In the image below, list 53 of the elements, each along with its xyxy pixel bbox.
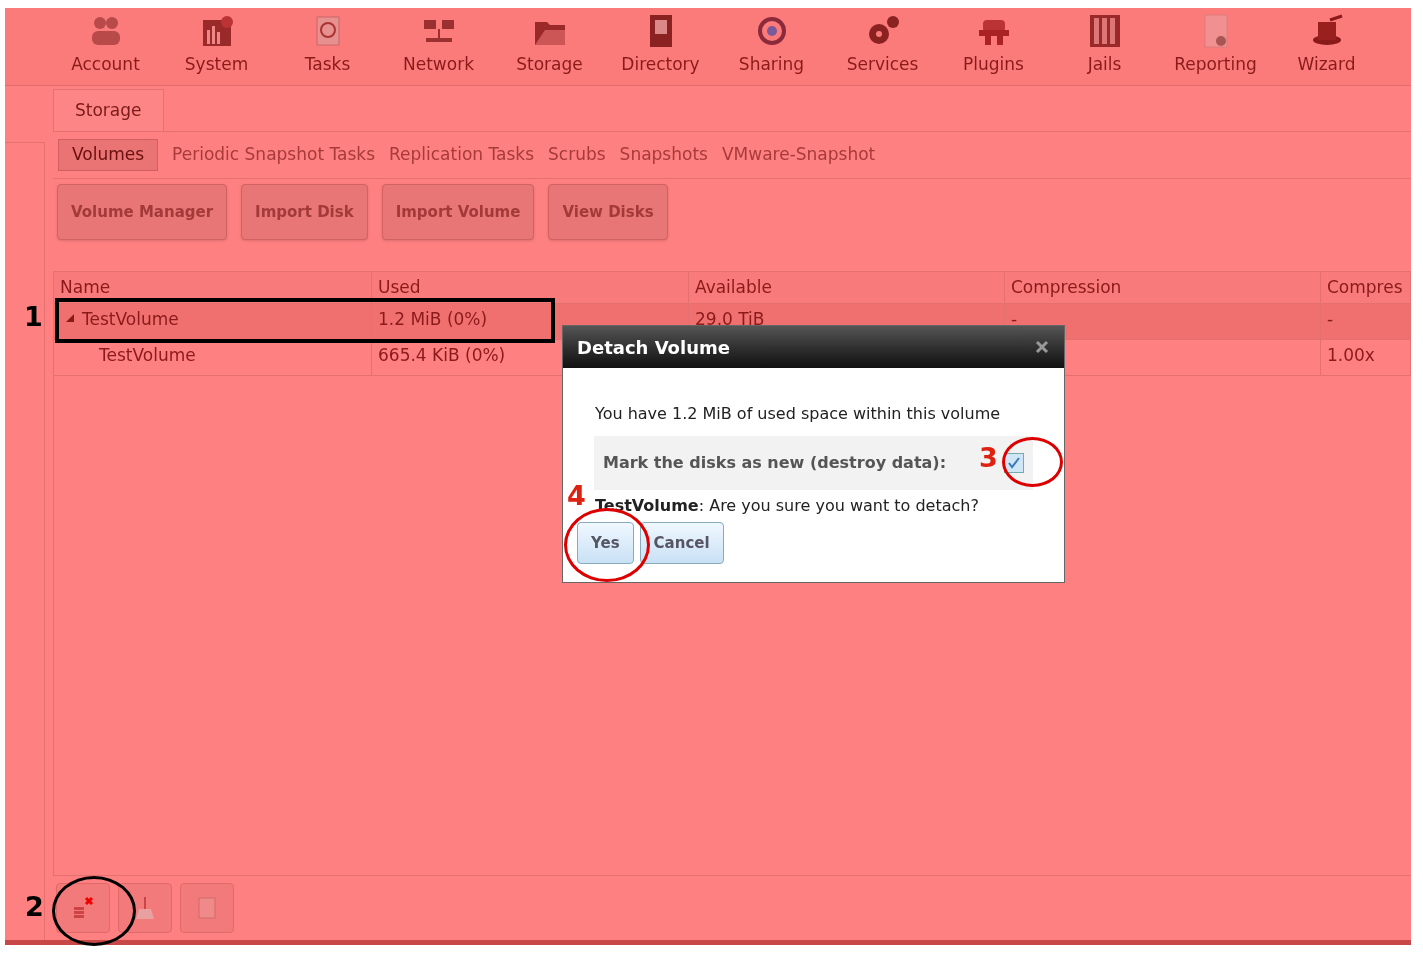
- column-header: Used: [372, 272, 689, 303]
- table-cell-text: 1.2 MiB (0%): [378, 308, 488, 331]
- subtab[interactable]: Snapshots: [619, 139, 708, 171]
- dialog-message: You have 1.2 MiB of used space within this volume: [594, 403, 1002, 425]
- column-header: Compression: [1005, 272, 1321, 303]
- table-cell-text: 29.0 TiB: [695, 308, 765, 331]
- action-button[interactable]: Volume Manager: [57, 184, 228, 240]
- nav-item[interactable]: Jails: [1049, 13, 1160, 85]
- nav-icon: [1087, 13, 1122, 48]
- toolbar-button[interactable]: [56, 883, 110, 933]
- close-icon[interactable]: [1034, 339, 1050, 355]
- table-cell-text: TestVolume: [99, 344, 196, 367]
- dialog-button[interactable]: Cancel: [639, 522, 724, 564]
- detach-volume-icon: [71, 895, 95, 921]
- nav-item[interactable]: Directory: [605, 13, 716, 85]
- table-cell-text: -: [1327, 308, 1334, 331]
- annotation-number: 2: [25, 893, 44, 920]
- column-header: Compres: [1321, 272, 1411, 303]
- nav-item[interactable]: Account: [50, 13, 161, 85]
- table-cell-text: 665.4 KiB (0%): [378, 344, 506, 367]
- dialog-button[interactable]: Yes: [577, 522, 634, 564]
- confirm-message: TestVolume: Are you sure you want to detach?: [595, 495, 979, 517]
- action-button[interactable]: View Disks: [548, 184, 668, 240]
- subtab[interactable]: Periodic Snapshot Tasks: [172, 139, 375, 171]
- nav-item[interactable]: Network: [383, 13, 494, 85]
- table-cell-text: -: [1011, 308, 1018, 331]
- annotation-number: 3: [979, 444, 998, 471]
- column-header: Name: [54, 272, 372, 303]
- nav-item[interactable]: Storage: [494, 13, 605, 85]
- action-button[interactable]: Import Disk: [241, 184, 368, 240]
- highlight-ellipse: [1002, 437, 1063, 487]
- subtab[interactable]: Scrubs: [548, 139, 606, 171]
- table-cell-text: TestVolume: [82, 308, 179, 331]
- subtab[interactable]: Volumes: [58, 139, 159, 171]
- nav-item[interactable]: Services: [827, 13, 938, 85]
- annotation-number: 1: [24, 303, 43, 330]
- subtab[interactable]: VMware-Snapshot: [721, 139, 876, 171]
- action-button[interactable]: Import Volume: [381, 184, 535, 240]
- nav-item[interactable]: System: [161, 13, 272, 85]
- toolbar-button[interactable]: [118, 883, 172, 933]
- checkbox-label: Mark the disks as new (destroy data):: [603, 452, 947, 474]
- nav-item[interactable]: Sharing: [716, 13, 827, 85]
- tab[interactable]: Storage: [53, 89, 164, 131]
- table-cell-text: 1.00x: [1327, 344, 1375, 367]
- nav-item[interactable]: Reporting: [1160, 13, 1271, 85]
- expander-icon[interactable]: [66, 314, 74, 322]
- nav-item[interactable]: Plugins: [938, 13, 1049, 85]
- broom-icon: [133, 895, 157, 921]
- nav-item[interactable]: Tasks: [272, 13, 383, 85]
- column-header: Available: [689, 272, 1005, 303]
- annotation-number: 4: [567, 482, 586, 509]
- subtab[interactable]: Replication Tasks: [389, 139, 535, 171]
- nav-item[interactable]: Wizard: [1271, 13, 1382, 85]
